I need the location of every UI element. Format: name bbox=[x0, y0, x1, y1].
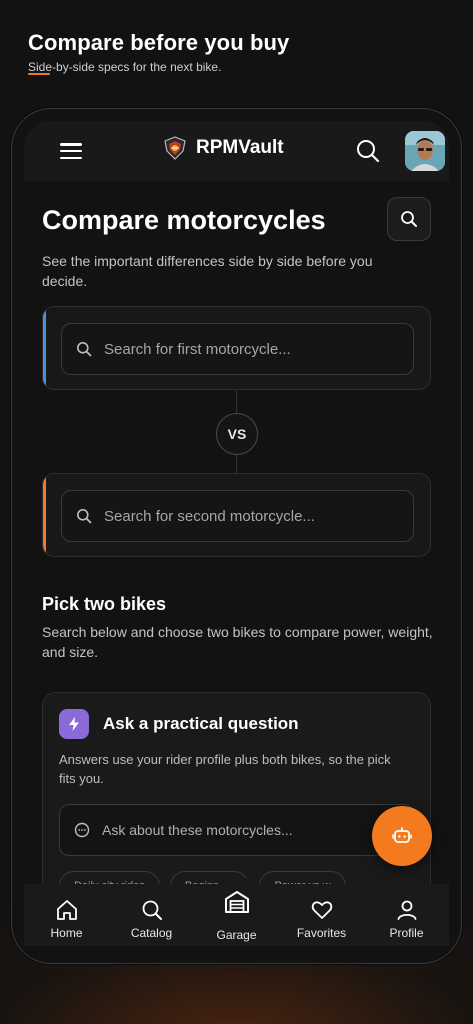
nav-garage-label: Garage bbox=[216, 928, 257, 942]
phone-frame: RPMVault Compare motorcycles See the imp… bbox=[11, 108, 462, 964]
vs-connector-bottom bbox=[236, 455, 237, 473]
vs-connector-top bbox=[236, 390, 237, 413]
first-bike-search-input[interactable]: Search for first motorcycle... bbox=[61, 323, 414, 375]
chat-bubble-icon bbox=[74, 822, 90, 838]
second-bike-search-input[interactable]: Search for second motorcycle... bbox=[61, 490, 414, 542]
ask-input[interactable]: Ask about these motorcycles... bbox=[59, 804, 414, 856]
page-title: Compare motorcycles bbox=[42, 205, 326, 235]
promo-banner: Compare before you buy Side-by-side spec… bbox=[28, 30, 290, 75]
ask-description: Answers use your rider profile plus both… bbox=[59, 752, 391, 786]
nav-profile-label: Profile bbox=[389, 926, 424, 940]
nav-home-label: Home bbox=[50, 926, 83, 940]
pick-title: Pick two bikes bbox=[42, 594, 167, 614]
brand-name: RPMVault bbox=[196, 137, 284, 158]
garage-button bbox=[210, 876, 263, 928]
bottom-nav: Home Catalog Garage Favorites Profile bbox=[24, 876, 449, 946]
nav-home[interactable]: Home bbox=[32, 898, 102, 940]
promo-title: Compare before you buy bbox=[28, 30, 290, 55]
search-icon bbox=[77, 342, 92, 357]
search-icon bbox=[401, 211, 417, 227]
brand-logo-icon bbox=[164, 136, 186, 160]
search-icon[interactable] bbox=[355, 138, 381, 164]
app-header: RPMVault bbox=[24, 121, 449, 181]
home-icon bbox=[56, 900, 77, 920]
second-bike-accent bbox=[43, 474, 46, 556]
second-bike-card: Search for second motorcycle... bbox=[42, 473, 431, 557]
menu-icon[interactable] bbox=[60, 143, 82, 159]
search-icon bbox=[142, 900, 162, 920]
brand[interactable]: RPMVault bbox=[162, 135, 284, 161]
nav-catalog[interactable]: Catalog bbox=[117, 898, 187, 940]
nav-garage[interactable]: Garage bbox=[202, 876, 272, 942]
first-bike-accent bbox=[43, 307, 46, 389]
nav-catalog-label: Catalog bbox=[130, 926, 173, 940]
ask-placeholder: Ask about these motorcycles... bbox=[102, 822, 293, 838]
pick-description: Search below and choose two bikes to com… bbox=[42, 624, 433, 660]
promo-underline bbox=[28, 73, 50, 75]
robot-icon bbox=[392, 827, 412, 843]
promo-subtitle: Side-by-side specs for the next bike. bbox=[28, 60, 222, 74]
search-icon bbox=[77, 509, 92, 524]
vs-badge: VS bbox=[216, 413, 258, 455]
user-icon bbox=[397, 900, 416, 920]
garage-icon bbox=[224, 891, 249, 913]
avatar[interactable] bbox=[405, 131, 445, 171]
second-bike-placeholder: Search for second motorcycle... bbox=[104, 507, 315, 525]
avatar-image bbox=[405, 131, 445, 171]
ask-title: Ask a practical question bbox=[103, 714, 299, 733]
first-bike-card: Search for first motorcycle... bbox=[42, 306, 431, 390]
title-search-button[interactable] bbox=[387, 197, 431, 241]
lightning-icon bbox=[59, 709, 89, 739]
page-description: See the important differences side by si… bbox=[42, 253, 373, 289]
heart-icon bbox=[311, 901, 332, 919]
nav-favorites[interactable]: Favorites bbox=[287, 898, 357, 940]
nav-profile[interactable]: Profile bbox=[372, 898, 442, 940]
nav-favorites-label: Favorites bbox=[296, 926, 347, 940]
first-bike-placeholder: Search for first motorcycle... bbox=[104, 340, 291, 358]
assistant-fab[interactable] bbox=[372, 806, 432, 866]
